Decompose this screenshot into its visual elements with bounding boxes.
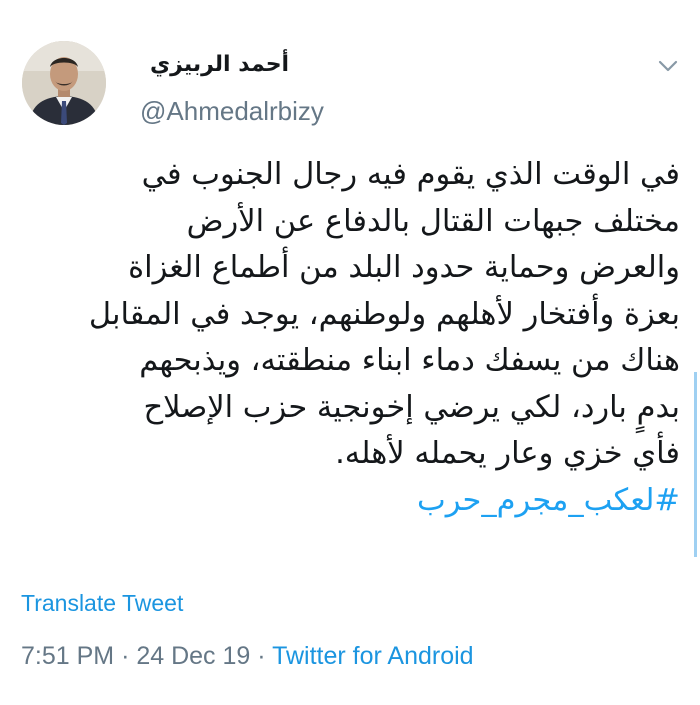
tweet-time: 7:51 PM bbox=[21, 642, 115, 670]
meta-separator: · bbox=[257, 642, 266, 670]
translate-tweet-link[interactable]: Translate Tweet bbox=[21, 590, 183, 617]
avatar[interactable] bbox=[22, 41, 106, 125]
tweet-line: بعزة وأفتخار لأهلهم ولوطنهم، يوجد في الم… bbox=[88, 296, 680, 332]
chevron-down-icon[interactable] bbox=[656, 56, 680, 76]
scrollbar[interactable] bbox=[694, 372, 697, 557]
tweet-text: في الوقت الذي يقوم فيه رجال الجنوب في مخ… bbox=[20, 152, 680, 524]
tweet-date: 24 Dec 19 bbox=[136, 642, 251, 670]
tweet-line: مختلف جبهات القتال بالدفاع عن الأرض bbox=[186, 203, 680, 239]
tweet-line: فأي خزي وعار يحمله لأهله. bbox=[335, 436, 680, 471]
user-handle[interactable]: @Ahmedalrbizy bbox=[140, 96, 324, 127]
tweet-meta: 7:51 PM · 24 Dec 19 · Twitter for Androi… bbox=[21, 642, 474, 671]
meta-separator: · bbox=[121, 642, 130, 670]
tweet-source-link[interactable]: Twitter for Android bbox=[272, 642, 473, 670]
avatar-image bbox=[22, 41, 106, 125]
tweet-line: والعرض وحماية حدود البلد من أطماع الغزاة bbox=[128, 250, 680, 285]
tweet-line: بدمٍ بارد، لكي يرضي إخونجية حزب الإصلاح bbox=[143, 389, 680, 425]
tweet-line: في الوقت الذي يقوم فيه رجال الجنوب في bbox=[141, 157, 680, 192]
display-name[interactable]: أحمد الربيزي bbox=[150, 52, 289, 77]
tweet-line: هناك من يسفك دماء ابناء منطقته، ويذبحهم bbox=[139, 343, 680, 378]
hashtag-link[interactable]: #لعكب_مجرم_حرب bbox=[20, 478, 680, 525]
